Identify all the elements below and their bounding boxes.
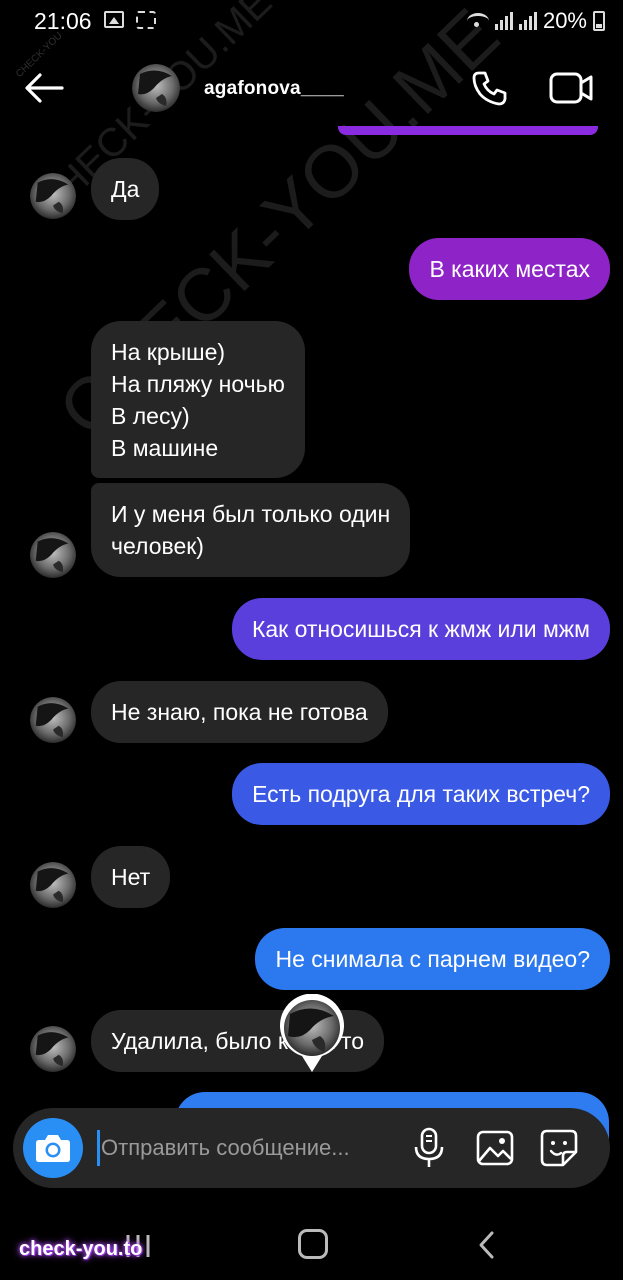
sender-avatar[interactable] [30, 173, 76, 219]
battery-percent: 20% [542, 8, 587, 33]
message-bubble-incoming[interactable]: Да [91, 158, 160, 220]
gallery-notification-icon [104, 11, 124, 28]
message-text: На крыше) [111, 339, 226, 365]
image-icon [476, 1130, 514, 1166]
gallery-button[interactable] [475, 1128, 515, 1168]
wifi-icon [466, 13, 489, 29]
message-bubble-outgoing[interactable]: Как относишься к жмж или мжм [231, 598, 610, 660]
sender-avatar[interactable] [30, 862, 76, 908]
message-input[interactable] [101, 1128, 401, 1168]
message-text: человек) [111, 533, 204, 559]
back-button[interactable] [22, 70, 66, 106]
message-composer [13, 1108, 610, 1188]
video-camera-icon [549, 72, 593, 104]
message-text: Есть подруга для таких встреч? [252, 781, 590, 807]
message-text: И у меня был только один [111, 501, 391, 527]
sender-avatar[interactable] [30, 532, 76, 578]
previous-message-edge [338, 126, 598, 135]
message-bubble-incoming[interactable]: На крыше) На пляжу ночью В лесу) В машин… [91, 321, 305, 478]
status-bar: 21:06 20% [0, 0, 623, 44]
brand-watermark: check-you.to [19, 1238, 143, 1260]
seen-avatar-icon [280, 993, 344, 1072]
message-bubble-incoming[interactable]: Нет [91, 846, 171, 908]
message-text: Как относишься к жмж или мжм [251, 616, 590, 642]
phone-icon [472, 71, 507, 106]
message-bubble-outgoing[interactable]: Не снимала с парнем видео? [255, 928, 610, 990]
signal-icon [494, 12, 513, 30]
avatar-image [30, 173, 76, 219]
message-bubble-outgoing[interactable]: Есть подруга для таких встреч? [232, 763, 610, 825]
camera-button[interactable] [23, 1118, 83, 1178]
camera-icon [36, 1135, 70, 1162]
message-text: В лесу) [111, 403, 190, 429]
sticker-button[interactable] [539, 1128, 579, 1168]
message-bubble-incoming[interactable]: И у меня был только один человек) [91, 483, 411, 577]
home-button[interactable] [298, 1229, 328, 1259]
avatar-image [30, 697, 76, 743]
message-text: В каких местах [429, 256, 590, 282]
sender-avatar[interactable] [30, 697, 76, 743]
header-avatar[interactable] [132, 64, 180, 112]
sticker-icon [540, 1129, 578, 1167]
avatar-image [30, 862, 76, 908]
battery-icon [593, 11, 605, 31]
system-back-button[interactable] [475, 1230, 499, 1260]
screenshot-notification-icon [136, 11, 156, 29]
message-text: Не снимала с парнем видео? [275, 946, 590, 972]
arrow-left-icon [25, 73, 64, 103]
video-call-button[interactable] [548, 68, 594, 108]
message-text: На пляжу ночью [111, 371, 285, 397]
status-indicators: 20% [466, 8, 605, 34]
text-cursor [97, 1130, 100, 1166]
message-text: Нет [111, 864, 151, 890]
call-button[interactable] [470, 68, 510, 108]
avatar-image [132, 64, 180, 112]
chevron-left-icon [479, 1231, 494, 1259]
message-bubble-incoming[interactable]: Не знаю, пока не готова [91, 681, 388, 743]
avatar-image [30, 532, 76, 578]
voice-message-button[interactable] [411, 1127, 447, 1169]
chat-username[interactable]: agafonova____ [204, 78, 344, 100]
seen-avatar-bubble[interactable] [278, 993, 346, 1074]
sender-avatar[interactable] [30, 1026, 76, 1072]
signal-icon-2 [518, 12, 537, 30]
message-text: Да [111, 176, 140, 202]
message-text: Не знаю, пока не готова [111, 699, 368, 725]
message-text: В машине [111, 435, 219, 461]
avatar-image [30, 1026, 76, 1072]
message-bubble-outgoing[interactable]: В каких местах [409, 238, 610, 300]
chat-header: agafonova____ [0, 50, 623, 126]
status-time: 21:06 [34, 8, 92, 34]
microphone-icon [414, 1127, 444, 1167]
